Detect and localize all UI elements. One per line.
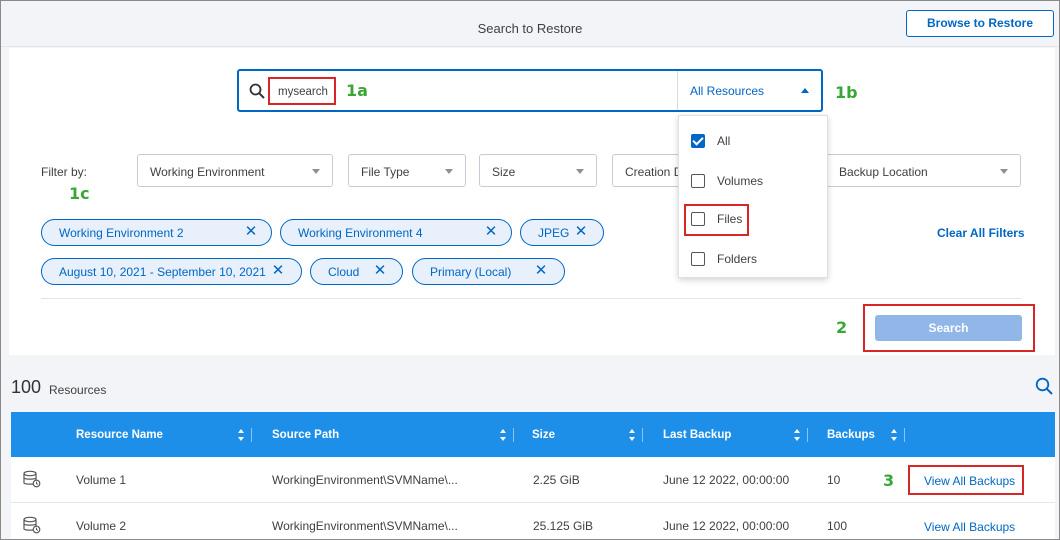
column-header-source-path[interactable]: Source Path bbox=[272, 429, 339, 441]
dropdown-label: Creation D bbox=[625, 165, 683, 179]
column-separator bbox=[904, 428, 905, 442]
file-type-dropdown[interactable]: File Type bbox=[348, 154, 466, 187]
cell-size: 25.125 GiB bbox=[533, 519, 594, 533]
cell-source-path: WorkingEnvironment\SVMName\... bbox=[272, 473, 458, 487]
search-input[interactable]: mysearch bbox=[278, 86, 328, 98]
cell-source-path: WorkingEnvironment\SVMName\... bbox=[272, 519, 458, 533]
filter-chip: Primary (Local) ✕ bbox=[412, 258, 565, 285]
search-divider bbox=[677, 71, 678, 110]
sort-icon[interactable] bbox=[499, 428, 507, 442]
volumes-checkbox[interactable] bbox=[691, 174, 705, 188]
chevron-down-icon bbox=[445, 169, 453, 174]
dropdown-label: Size bbox=[492, 165, 516, 179]
app-frame: Search to Restore Browse to Restore myse… bbox=[0, 0, 1060, 540]
resource-type-select[interactable]: All Resources bbox=[690, 84, 764, 98]
cell-size: 2.25 GiB bbox=[533, 473, 580, 487]
filter-by-label: Filter by: bbox=[41, 165, 88, 179]
sort-icon[interactable] bbox=[793, 428, 801, 442]
view-all-backups-link[interactable]: View All Backups bbox=[924, 474, 1015, 488]
filter-chip: Working Environment 4 ✕ bbox=[280, 219, 512, 246]
annotation-3: 3 bbox=[883, 471, 895, 490]
menu-item-volumes[interactable]: Volumes bbox=[717, 174, 763, 188]
menu-item-files[interactable]: Files bbox=[717, 212, 742, 226]
chevron-up-icon[interactable] bbox=[801, 88, 809, 93]
folders-checkbox[interactable] bbox=[691, 252, 705, 266]
chip-label: Working Environment 2 bbox=[59, 226, 184, 240]
chip-label: Cloud bbox=[328, 265, 360, 279]
close-icon[interactable]: ✕ bbox=[373, 263, 387, 279]
close-icon[interactable]: ✕ bbox=[484, 224, 498, 240]
close-icon[interactable]: ✕ bbox=[534, 263, 548, 279]
chevron-down-icon bbox=[312, 169, 320, 174]
column-header-resource-name[interactable]: Resource Name bbox=[76, 429, 163, 441]
filter-chip: Cloud ✕ bbox=[310, 258, 403, 285]
search-button[interactable]: Search bbox=[875, 315, 1022, 341]
cell-resource-name: Volume 2 bbox=[76, 519, 127, 533]
filter-chip: Working Environment 2 ✕ bbox=[41, 219, 272, 246]
sort-icon[interactable] bbox=[237, 428, 245, 442]
column-separator bbox=[251, 428, 252, 442]
chevron-down-icon bbox=[576, 169, 584, 174]
filter-chip: JPEG ✕ bbox=[520, 219, 604, 246]
cell-last-backup: June 12 2022, 00:00:00 bbox=[663, 473, 790, 487]
size-dropdown[interactable]: Size bbox=[479, 154, 597, 187]
clear-all-filters-link[interactable]: Clear All Filters bbox=[937, 226, 1025, 240]
cell-backups: 10 bbox=[827, 473, 841, 487]
sort-icon[interactable] bbox=[628, 428, 636, 442]
annotation-2: 2 bbox=[836, 318, 848, 337]
column-separator bbox=[513, 428, 514, 442]
column-separator bbox=[642, 428, 643, 442]
annotation-1c: 1c bbox=[69, 184, 90, 203]
cell-last-backup: June 12 2022, 00:00:00 bbox=[663, 519, 790, 533]
search-icon[interactable] bbox=[1035, 377, 1053, 395]
view-all-backups-link[interactable]: View All Backups bbox=[924, 520, 1015, 534]
cell-resource-name: Volume 1 bbox=[76, 473, 127, 487]
browse-to-restore-button[interactable]: Browse to Restore bbox=[906, 10, 1054, 37]
dropdown-label: Backup Location bbox=[839, 165, 928, 179]
chip-label: Primary (Local) bbox=[430, 265, 512, 279]
close-icon[interactable]: ✕ bbox=[244, 224, 258, 240]
dropdown-label: File Type bbox=[361, 165, 410, 179]
resource-count-label: Resources bbox=[49, 383, 107, 397]
cell-backups: 100 bbox=[827, 519, 848, 533]
column-header-last-backup[interactable]: Last Backup bbox=[663, 429, 731, 441]
divider bbox=[41, 298, 1021, 299]
chip-label: August 10, 2021 - September 10, 2021 bbox=[59, 265, 266, 279]
resource-count: 100 bbox=[11, 377, 42, 397]
top-bar: Search to Restore bbox=[1, 1, 1059, 47]
column-separator bbox=[807, 428, 808, 442]
close-icon[interactable]: ✕ bbox=[271, 263, 285, 279]
chip-label: JPEG bbox=[538, 226, 570, 240]
volume-icon bbox=[23, 516, 41, 534]
filter-chip: August 10, 2021 - September 10, 2021 ✕ bbox=[41, 258, 302, 285]
chevron-down-icon bbox=[1000, 169, 1008, 174]
sort-icon[interactable] bbox=[890, 428, 898, 442]
files-checkbox[interactable] bbox=[691, 212, 705, 226]
volume-icon bbox=[23, 470, 41, 488]
page-title: Search to Restore bbox=[477, 21, 583, 36]
annotation-1a: 1a bbox=[346, 81, 368, 100]
all-checkbox[interactable] bbox=[691, 134, 705, 148]
menu-item-all[interactable]: All bbox=[717, 134, 730, 148]
search-icon bbox=[249, 83, 265, 99]
menu-item-folders[interactable]: Folders bbox=[717, 252, 757, 266]
column-header-size[interactable]: Size bbox=[532, 429, 555, 441]
working-environment-dropdown[interactable]: Working Environment bbox=[137, 154, 333, 187]
close-icon[interactable]: ✕ bbox=[574, 224, 588, 240]
annotation-1b: 1b bbox=[835, 83, 858, 102]
chip-label: Working Environment 4 bbox=[298, 226, 423, 240]
column-header-backups[interactable]: Backups bbox=[827, 429, 875, 441]
dropdown-label: Working Environment bbox=[150, 165, 265, 179]
backup-location-dropdown[interactable]: Backup Location bbox=[826, 154, 1021, 187]
